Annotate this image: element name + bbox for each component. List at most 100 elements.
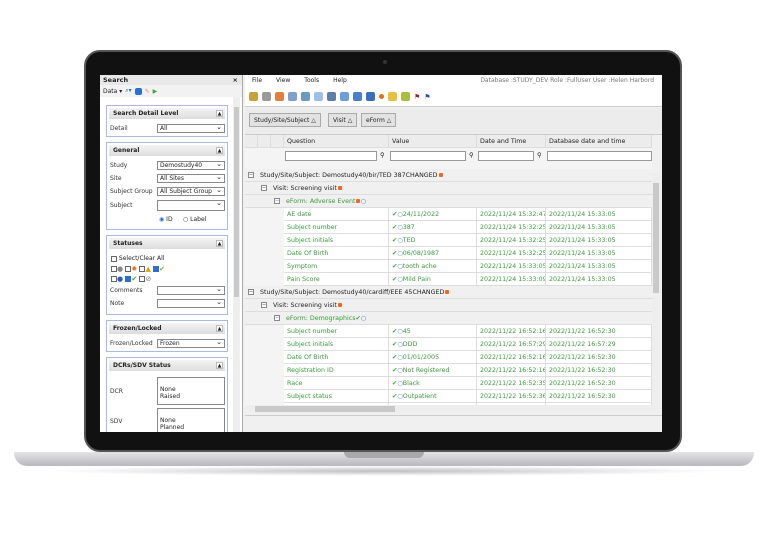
table-row[interactable]: Race ✔○Black 2022/11/22 16:52:35 2022/11… xyxy=(245,377,652,390)
collapse-toggle[interactable]: − xyxy=(248,289,254,295)
statuses-section-header[interactable]: Statuses ▲ xyxy=(109,238,225,249)
table-row[interactable]: Symptom ✔○tooth ache 2022/11/24 15:33:05… xyxy=(245,260,652,273)
site-select[interactable]: All Sites xyxy=(157,173,225,183)
db-date-filter[interactable] xyxy=(547,151,652,161)
visit-group-row[interactable]: − Visit: Screening visit xyxy=(245,182,652,195)
table-row[interactable]: Date Of Birth ✔○01/01/2005 2022/11/22 16… xyxy=(245,351,652,364)
menu-view[interactable]: View xyxy=(276,75,290,87)
value-cell[interactable]: ✔○387 xyxy=(389,221,477,234)
sdv-option[interactable]: None xyxy=(160,417,222,424)
value-cell[interactable]: ✔○TED xyxy=(389,234,477,247)
group-visit[interactable]: Visit △ xyxy=(328,113,358,127)
eform-group-row[interactable]: − eForm: Adverse Event ○ xyxy=(245,195,652,208)
panel-scrollbar[interactable] xyxy=(233,97,240,432)
value-cell[interactable]: ✔○DDD xyxy=(389,338,477,351)
value-cell[interactable]: ✔○01/01/2005 xyxy=(389,351,477,364)
collapse-icon[interactable]: ▲ xyxy=(216,325,223,332)
users-icon[interactable] xyxy=(249,92,258,101)
radio-id[interactable]: ◉ ID xyxy=(159,216,173,223)
table-row[interactable]: Subject number ✔○45 2022/11/22 16:52:16 … xyxy=(245,325,652,338)
question-filter[interactable] xyxy=(285,151,377,161)
table-row[interactable]: Subject status ✔○Outpatient 2022/11/22 1… xyxy=(245,390,652,403)
eraser-icon[interactable]: ✎ xyxy=(145,88,150,95)
grid-vertical-scrollbar[interactable] xyxy=(652,173,660,413)
form-icon[interactable] xyxy=(353,92,362,101)
subject-group-row[interactable]: − Study/Site/Subject: Demostudy40/bir/TED… xyxy=(245,169,652,182)
value-cell[interactable]: ✔○Not Registered xyxy=(389,364,477,377)
changed-icon[interactable] xyxy=(379,94,384,99)
radio-label[interactable]: ○ Label xyxy=(183,216,206,223)
value-cell[interactable]: ✔○tooth ache xyxy=(389,260,477,273)
frozen-select[interactable]: Frozen xyxy=(157,338,225,348)
comments-select[interactable] xyxy=(157,285,225,295)
zoom-icon[interactable] xyxy=(314,92,323,101)
filter-icon[interactable]: ⚲ xyxy=(537,149,542,162)
menu-help[interactable]: Help xyxy=(333,75,347,87)
frozen-section-header[interactable]: Frozen/Locked ▲ xyxy=(109,323,225,334)
collapse-icon[interactable]: ▲ xyxy=(216,147,223,154)
table-row[interactable]: AE date ✔○24/11/2022 2022/11/24 15:32:47… xyxy=(245,208,652,221)
value-cell[interactable]: ✔○45 xyxy=(389,325,477,338)
grid-horizontal-scrollbar[interactable] xyxy=(245,405,660,413)
blue-flag-icon[interactable]: ⚑ xyxy=(424,93,430,101)
data-dropdown[interactable]: Data ▾ xyxy=(103,88,122,95)
dcr-option[interactable]: Raised xyxy=(160,393,222,400)
run-icon[interactable]: ▶ xyxy=(153,88,158,95)
collapse-toggle[interactable]: − xyxy=(261,302,267,308)
collapse-icon[interactable]: ▲ xyxy=(216,110,223,117)
date-filter[interactable] xyxy=(478,151,534,161)
select-all-checkbox[interactable]: Select/Clear All xyxy=(111,255,165,262)
save-icon[interactable] xyxy=(134,87,142,95)
collapse-toggle[interactable]: − xyxy=(261,185,267,191)
column-header-db-date[interactable]: Database date and time xyxy=(546,135,652,148)
value-filter[interactable] xyxy=(390,151,466,161)
nav2-icon[interactable] xyxy=(301,92,310,101)
report-icon[interactable] xyxy=(340,92,349,101)
find-icon[interactable] xyxy=(327,92,336,101)
table-row[interactable]: Registration ID ✔○Not Registered 2022/11… xyxy=(245,364,652,377)
search-icon[interactable]: ⌕▾ xyxy=(125,87,131,95)
print-icon[interactable] xyxy=(262,92,271,101)
filter-icon[interactable]: ⚲ xyxy=(469,149,474,162)
nav-icon[interactable] xyxy=(288,92,297,101)
collapse-icon[interactable]: ▲ xyxy=(216,240,223,247)
column-header-value[interactable]: Value xyxy=(389,135,477,148)
note-select[interactable] xyxy=(157,298,225,308)
value-cell[interactable]: ✔○Black xyxy=(389,377,477,390)
table-row[interactable]: Subject initials ✔○DDD 2022/11/22 16:57:… xyxy=(245,338,652,351)
eform-group-row[interactable]: − eForm: Demographics✔○ xyxy=(245,312,652,325)
group-study-site-subject[interactable]: Study/Site/Subject △ xyxy=(249,113,321,127)
detail-section-header[interactable]: Search Detail Level ▲ xyxy=(109,108,225,119)
subject-input[interactable] xyxy=(157,199,225,211)
table-row[interactable]: Pain Score ✔○Mild Pain 2022/11/24 15:33:… xyxy=(245,273,652,286)
value-cell[interactable]: ✔○06/08/1987 xyxy=(389,247,477,260)
collapse-toggle[interactable]: − xyxy=(274,198,280,204)
dcr-section-header[interactable]: DCRs/SDV Status ▲ xyxy=(109,360,225,371)
sdv-option[interactable]: Planned xyxy=(160,424,222,431)
collapse-icon[interactable]: ▲ xyxy=(216,362,223,369)
menu-file[interactable]: File xyxy=(252,75,262,87)
dcr-option[interactable]: None xyxy=(160,386,222,393)
table-row[interactable]: Subject number ✔○387 2022/11/24 15:32:25… xyxy=(245,221,652,234)
column-header-date[interactable]: Date and Time xyxy=(477,135,546,148)
general-section-header[interactable]: General ▲ xyxy=(109,145,225,156)
grid-icon[interactable] xyxy=(366,92,375,101)
red-flag-icon[interactable]: ⚑ xyxy=(414,93,420,101)
menu-tools[interactable]: Tools xyxy=(304,75,319,87)
subject-group-select[interactable]: All Subject Group xyxy=(157,186,225,196)
column-header-question[interactable]: Question xyxy=(284,135,389,148)
close-icon[interactable]: × xyxy=(233,75,238,85)
study-select[interactable]: Demostudy40 xyxy=(157,160,225,170)
add-note-icon[interactable] xyxy=(401,92,410,101)
collapse-toggle[interactable]: − xyxy=(274,315,280,321)
subject-group-row[interactable]: − Study/Site/Subject: Demostudy40/cardiff… xyxy=(245,286,652,299)
filter-icon[interactable]: ⚲ xyxy=(380,149,385,162)
value-cell[interactable]: ✔○24/11/2022 xyxy=(389,208,477,221)
table-row[interactable]: Date Of Birth ✔○06/08/1987 2022/11/24 15… xyxy=(245,247,652,260)
sdv-listbox[interactable]: None Planned xyxy=(157,408,225,432)
value-cell[interactable]: ✔○Mild Pain xyxy=(389,273,477,286)
dcr-listbox[interactable]: None Raised xyxy=(157,377,225,405)
home-icon[interactable] xyxy=(275,92,284,101)
table-row[interactable]: Subject initials ✔○TED 2022/11/24 15:32:… xyxy=(245,234,652,247)
note-icon[interactable] xyxy=(388,92,397,101)
